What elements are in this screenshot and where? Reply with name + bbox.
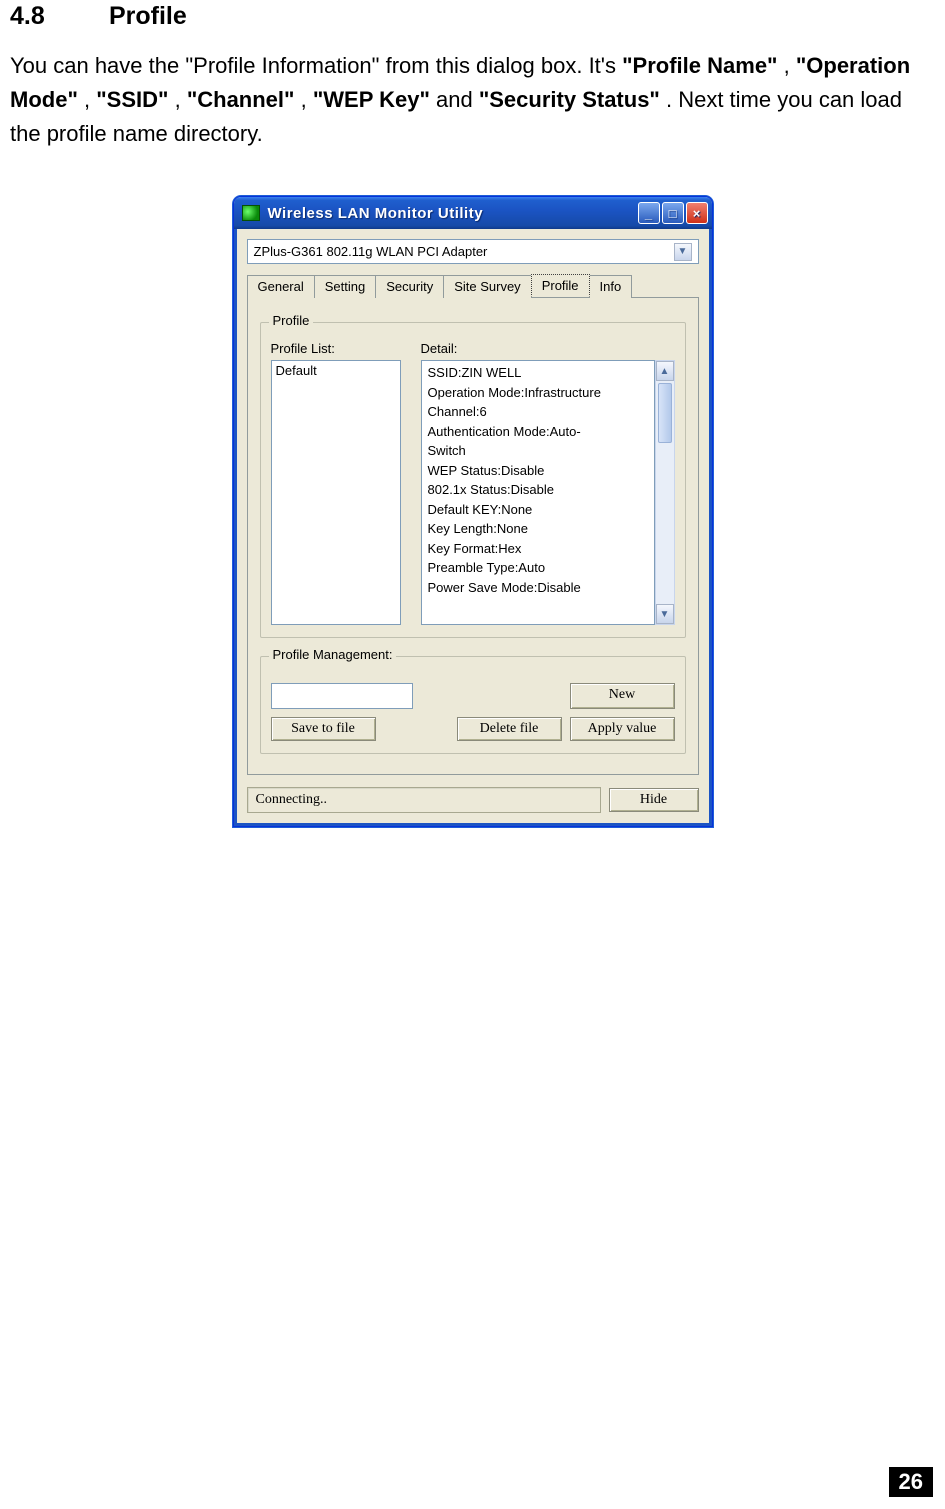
adapter-value: ZPlus-G361 802.11g WLAN PCI Adapter xyxy=(254,244,488,259)
profile-listbox[interactable]: Default xyxy=(271,360,401,625)
scroll-track[interactable] xyxy=(656,445,674,604)
profile-group-label: Profile xyxy=(269,313,314,328)
para-bold: "Channel" xyxy=(187,87,295,112)
delete-file-button[interactable]: Delete file xyxy=(457,717,562,741)
tab-setting[interactable]: Setting xyxy=(314,275,376,298)
tab-info[interactable]: Info xyxy=(589,275,633,298)
maximize-button[interactable]: □ xyxy=(662,202,684,224)
para-text: , xyxy=(175,87,187,112)
tab-panel: Profile Profile List: Default Detail: xyxy=(247,298,699,775)
para-bold: "Profile Name" xyxy=(622,53,777,78)
para-bold: "SSID" xyxy=(96,87,168,112)
chevron-down-icon: ▼ xyxy=(674,243,692,261)
hide-button[interactable]: Hide xyxy=(609,788,699,812)
detail-line: Preamble Type:Auto xyxy=(428,558,648,578)
minimize-button[interactable]: _ xyxy=(638,202,660,224)
tab-general[interactable]: General xyxy=(247,275,315,298)
detail-line: Channel:6 xyxy=(428,402,648,422)
profile-list-label: Profile List: xyxy=(271,341,401,356)
heading-title: Profile xyxy=(109,2,187,30)
new-button[interactable]: New xyxy=(570,683,675,709)
profile-list-item[interactable]: Default xyxy=(276,363,396,378)
close-button[interactable]: × xyxy=(686,202,708,224)
para-text: and xyxy=(436,87,479,112)
detail-line: Authentication Mode:Auto- xyxy=(428,422,648,442)
scroll-down-icon[interactable]: ▼ xyxy=(656,604,674,624)
tab-site-survey[interactable]: Site Survey xyxy=(443,275,531,298)
detail-line: Switch xyxy=(428,441,648,461)
window-title: Wireless LAN Monitor Utility xyxy=(268,205,638,222)
adapter-dropdown[interactable]: ZPlus-G361 802.11g WLAN PCI Adapter ▼ xyxy=(247,239,699,264)
body-paragraph: You can have the "Profile Information" f… xyxy=(10,49,935,151)
app-icon xyxy=(242,205,260,221)
detail-line: Operation Mode:Infrastructure xyxy=(428,383,648,403)
minimize-icon: _ xyxy=(639,203,659,223)
section-heading: 4.8 Profile xyxy=(10,2,935,31)
profile-groupbox: Profile Profile List: Default Detail: xyxy=(260,322,686,638)
tab-security[interactable]: Security xyxy=(375,275,444,298)
status-field: Connecting.. xyxy=(247,787,601,813)
detail-line: Key Length:None xyxy=(428,519,648,539)
detail-scrollbar[interactable]: ▲ ▼ xyxy=(655,360,675,625)
close-icon: × xyxy=(687,203,707,223)
scroll-thumb[interactable] xyxy=(658,383,672,443)
scroll-up-icon[interactable]: ▲ xyxy=(656,361,674,381)
detail-label: Detail: xyxy=(421,341,675,356)
apply-value-button[interactable]: Apply value xyxy=(570,717,675,741)
tab-profile[interactable]: Profile xyxy=(531,274,590,297)
maximize-icon: □ xyxy=(663,203,683,223)
para-text: You can have the "Profile Information" f… xyxy=(10,53,622,78)
para-bold: "WEP Key" xyxy=(313,87,430,112)
dialog-window: Wireless LAN Monitor Utility _ □ × ZPlus… xyxy=(233,196,713,827)
para-bold: "Security Status" xyxy=(479,87,660,112)
mgmt-group-label: Profile Management: xyxy=(269,647,397,662)
para-text: , xyxy=(301,87,313,112)
page-number: 26 xyxy=(889,1467,933,1497)
tab-strip: General Setting Security Site Survey Pro… xyxy=(247,274,699,298)
detail-line: SSID:ZIN WELL xyxy=(428,363,648,383)
heading-number: 4.8 xyxy=(10,2,102,31)
detail-line: WEP Status:Disable xyxy=(428,461,648,481)
titlebar[interactable]: Wireless LAN Monitor Utility _ □ × xyxy=(234,197,712,229)
detail-line: Key Format:Hex xyxy=(428,539,648,559)
para-text: , xyxy=(784,53,796,78)
detail-textbox: SSID:ZIN WELL Operation Mode:Infrastruct… xyxy=(421,360,655,625)
profile-name-input[interactable] xyxy=(271,683,414,709)
detail-line: Power Save Mode:Disable xyxy=(428,578,648,598)
detail-line: 802.1x Status:Disable xyxy=(428,480,648,500)
detail-line: Default KEY:None xyxy=(428,500,648,520)
profile-mgmt-groupbox: Profile Management: New Save to file Del… xyxy=(260,656,686,754)
save-to-file-button[interactable]: Save to file xyxy=(271,717,376,741)
para-text: , xyxy=(84,87,96,112)
